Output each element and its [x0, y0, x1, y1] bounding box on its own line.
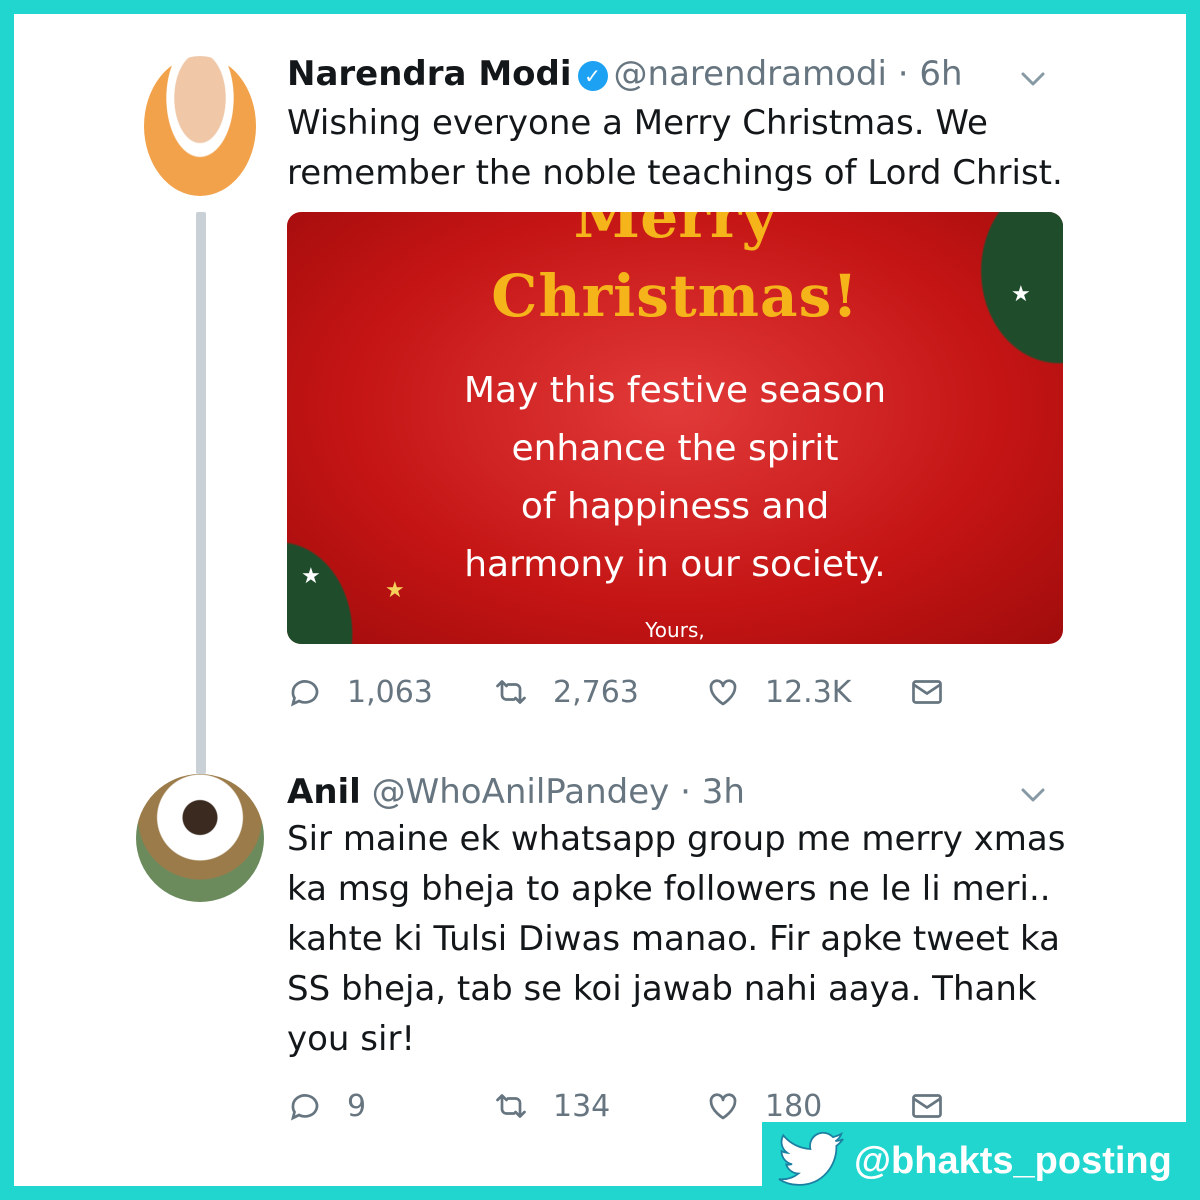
reply-button[interactable]: 9 [287, 1088, 366, 1124]
direct-message-button[interactable] [909, 674, 945, 710]
avatar-anil[interactable] [136, 774, 264, 902]
avatar-narendra-modi[interactable] [144, 56, 256, 196]
tweet-text-line: ka msg bheja to apke followers ne le li … [287, 869, 1051, 909]
card-message-line: May this festive season [463, 370, 887, 411]
retweet-count: 2,763 [553, 674, 639, 710]
heart-icon [709, 679, 737, 706]
author-name[interactable]: Narendra Modi [287, 54, 572, 94]
screenshot-card: Narendra Modi ✓ @narendramodi · 6h Wishing… [14, 14, 1186, 1186]
tweet-time[interactable]: 3h [702, 772, 745, 812]
retweet-icon [496, 680, 526, 704]
reply-count: 9 [347, 1088, 367, 1124]
card-message-line: of happiness and [520, 486, 830, 527]
tweet-text-line: you sir! [287, 1019, 416, 1059]
chevron-down-icon[interactable] [1018, 64, 1048, 94]
retweet-icon [496, 1094, 526, 1118]
separator-dot: · [680, 772, 691, 812]
reply-icon [290, 680, 319, 707]
tweet-2-header: Anil @WhoAnilPandey · 3h [287, 772, 745, 812]
author-handle[interactable]: @WhoAnilPandey [372, 772, 670, 812]
chevron-down-icon[interactable] [1018, 780, 1048, 810]
card-christmas-text: Christmas! [491, 262, 859, 330]
tweet-1-actions: 1,063 2,763 12.3K [287, 674, 987, 718]
tweet-1-media-image[interactable]: ★ ★ ★ Merry Christmas! May this festive … [287, 212, 1063, 644]
tweet-text-line: SS bheja, tab se koi jawab nahi aaya. Th… [287, 969, 1037, 1009]
mail-icon [912, 680, 942, 704]
thread-line [196, 212, 206, 774]
verified-badge-icon: ✓ [577, 61, 608, 91]
tweet-1-text: Wishing everyone a Merry Christmas. We r… [287, 103, 1063, 193]
author-handle[interactable]: @narendramodi [614, 54, 887, 94]
card-signoff: Yours, [645, 618, 705, 642]
watermark-handle: @bhakts_posting [854, 1139, 1172, 1182]
tweet-text-line: kahte ki Tulsi Diwas manao. Fir apke twe… [287, 919, 1060, 959]
tweet-text-line: Sir maine ek whatsapp group me merry xma… [287, 819, 1066, 859]
reply-button[interactable]: 1,063 [287, 674, 433, 710]
tweet-1-header: Narendra Modi ✓ @narendramodi · 6h [287, 54, 963, 94]
card-merry-text: Merry [573, 212, 777, 252]
like-button[interactable]: 12.3K [705, 674, 851, 710]
retweet-button[interactable]: 134 [493, 1088, 610, 1124]
twitter-bird-icon [778, 1131, 844, 1186]
like-count: 180 [765, 1088, 823, 1124]
separator-dot: · [897, 54, 909, 94]
mail-icon [912, 1094, 942, 1118]
card-message: May this festive season enhance the spir… [287, 362, 1063, 594]
heart-icon [709, 1093, 737, 1120]
tweet-time[interactable]: 6h [919, 54, 962, 94]
tweet-2-text: Sir maine ek whatsapp group me merry xma… [287, 814, 1097, 1064]
author-name[interactable]: Anil [287, 772, 361, 812]
retweet-button[interactable]: 2,763 [493, 674, 639, 710]
card-message-line: harmony in our society. [464, 544, 886, 585]
direct-message-button[interactable] [909, 1088, 945, 1124]
watermark-banner: @bhakts_posting [762, 1122, 1200, 1200]
card-message-line: enhance the spirit [511, 428, 839, 469]
like-count: 12.3K [765, 674, 852, 710]
reply-icon [290, 1094, 319, 1121]
like-button[interactable]: 180 [705, 1088, 822, 1124]
reply-count: 1,063 [347, 674, 433, 710]
retweet-count: 134 [553, 1088, 611, 1124]
